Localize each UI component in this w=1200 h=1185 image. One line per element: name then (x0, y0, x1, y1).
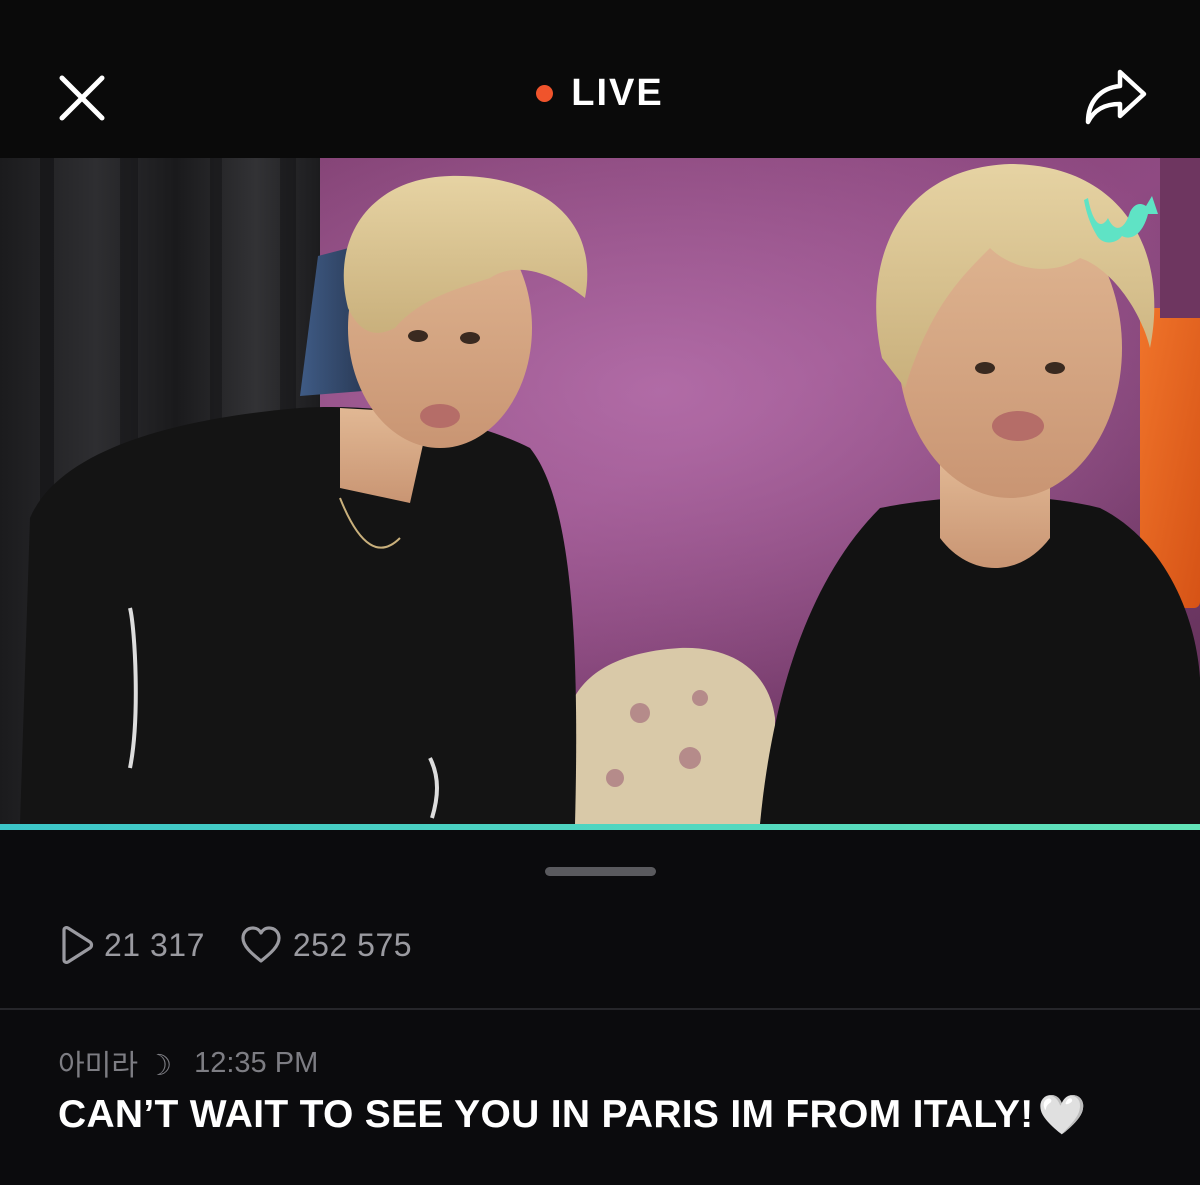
live-video-player[interactable] (0, 158, 1200, 824)
likes-stat: 252 575 (239, 925, 412, 965)
comment-username[interactable]: 아미라 ☽ (58, 1042, 172, 1084)
comment-timestamp: 12:35 PM (194, 1046, 319, 1079)
views-stat: 21 317 (58, 925, 205, 965)
live-label: LIVE (571, 72, 664, 114)
video-frame (0, 158, 1200, 824)
heart-icon (241, 926, 281, 963)
comment-message: CAN’T WAIT TO SEE YOU IN PARIS IM FROM I… (58, 1092, 1086, 1138)
divider (0, 1008, 1200, 1010)
stats-row: 21 317 252 575 (58, 924, 446, 966)
comment-meta: 아미라 ☽ 12:35 PM (58, 1042, 318, 1084)
live-dot-icon (536, 85, 554, 102)
top-bar: LIVE (0, 0, 1200, 158)
drag-handle[interactable] (545, 867, 656, 876)
likes-count: 252 575 (292, 926, 413, 963)
info-panel: 21 317 252 575 아미라 ☽ 12:35 PM CAN’T WAIT… (0, 830, 1200, 1185)
play-icon (62, 926, 94, 964)
views-count: 21 317 (104, 926, 205, 963)
live-status: LIVE (0, 72, 1200, 124)
comment-body: CAN’T WAIT TO SEE YOU IN PARIS IM FROM I… (58, 1093, 1034, 1136)
share-icon (1085, 69, 1147, 125)
share-button[interactable] (1080, 64, 1152, 130)
white-heart-icon: 🤍 (1037, 1094, 1087, 1137)
